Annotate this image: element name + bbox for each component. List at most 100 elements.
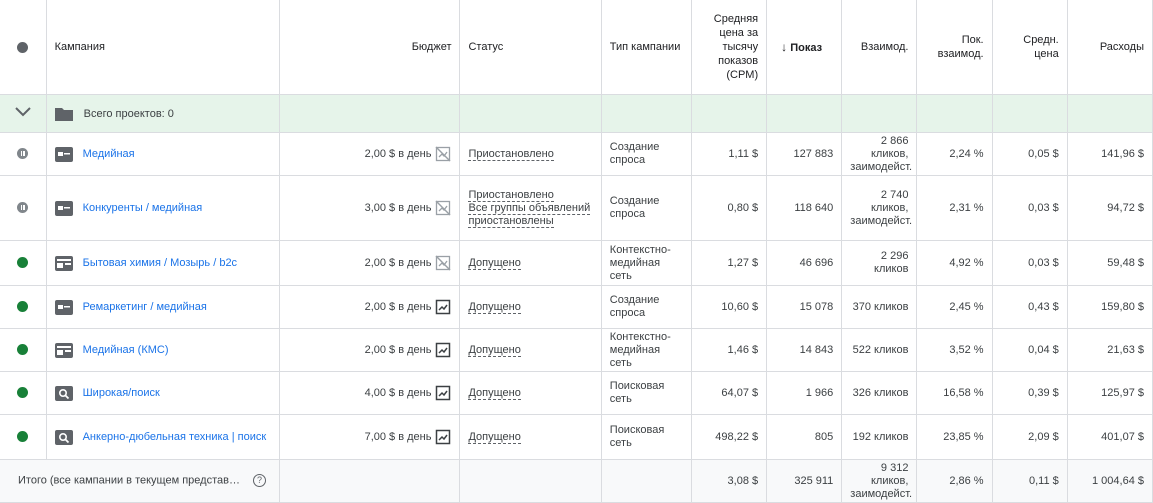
total-interaction-rate: 2,86 % <box>916 459 993 503</box>
status-text-cell: Допущено <box>459 371 602 415</box>
budget-value[interactable]: 2,00 $ в день <box>365 257 432 270</box>
budget-cell: 7,00 $ в день <box>279 414 461 460</box>
budget-value[interactable]: 2,00 $ в день <box>365 344 432 357</box>
status-text[interactable]: Допущено <box>468 256 521 270</box>
campaign-link[interactable]: Бытовая химия / Мозырь / b2c <box>83 257 237 270</box>
cost-value: 125,97 $ <box>1067 371 1153 415</box>
table-row[interactable]: Анкерно-дюбельная техника | поиск 7,00 $… <box>0 414 1153 460</box>
campaign-link[interactable]: Конкуренты / медийная <box>83 202 203 215</box>
avg-cost-value: 0,03 $ <box>992 175 1068 241</box>
campaign-link[interactable]: Медийная <box>83 148 135 161</box>
status-text-cell: Допущено <box>459 414 602 460</box>
cpm-value: 0,80 $ <box>691 175 768 241</box>
budget-value[interactable]: 2,00 $ в день <box>365 301 432 314</box>
budget-chart-icon[interactable] <box>435 342 451 358</box>
header-impressions[interactable]: ↓ Показ <box>766 0 843 95</box>
budget-chart-icon[interactable] <box>435 385 451 401</box>
avg-cost-value: 2,09 $ <box>992 414 1068 460</box>
budget-chart-icon[interactable] <box>435 429 451 445</box>
campaign-cell: Бытовая химия / Мозырь / b2c <box>46 240 281 286</box>
table-row[interactable]: Широкая/поиск 4,00 $ в день Допущено Пои… <box>0 371 1153 415</box>
header-status-dot[interactable] <box>0 0 47 95</box>
budget-value[interactable]: 4,00 $ в день <box>365 387 432 400</box>
status-dot-icon <box>17 41 29 53</box>
display-campaign-icon <box>54 146 73 162</box>
status-text[interactable]: Приостановлено <box>468 188 554 202</box>
header-budget[interactable]: Бюджет <box>279 0 461 95</box>
status-cell[interactable] <box>0 328 47 372</box>
help-icon[interactable]: ? <box>253 474 267 488</box>
status-cell[interactable] <box>0 414 47 460</box>
status-text[interactable]: Допущено <box>468 300 521 314</box>
status-text-cell: Приостановлено <box>459 132 602 176</box>
total-cost: 1 004,64 $ <box>1067 459 1153 503</box>
interactions-value: 326 кликов <box>841 371 918 415</box>
display-campaign-icon <box>54 299 73 315</box>
campaign-link[interactable]: Ремаркетинг / медийная <box>83 301 207 314</box>
interactions-value: 2 740 кликов, заимодейст. <box>841 175 918 241</box>
cost-value: 141,96 $ <box>1067 132 1153 176</box>
header-impressions-label: Показ <box>790 41 823 54</box>
interactions-value: 2 866 кликов, заимодейст. <box>841 132 918 176</box>
header-cpm[interactable]: Средняя цена за тысячу показов (CPM) <box>691 0 768 95</box>
budget-chart-off-icon[interactable] <box>435 146 451 162</box>
budget-chart-icon[interactable] <box>435 299 451 315</box>
impressions-value: 15 078 <box>766 285 843 329</box>
network-campaign-icon <box>54 342 73 358</box>
budget-value[interactable]: 2,00 $ в день <box>365 148 432 161</box>
cpm-value: 10,60 $ <box>691 285 768 329</box>
table-row[interactable]: Медийная 2,00 $ в день Приостановлено Со… <box>0 132 1153 176</box>
total-impressions: 325 911 <box>766 459 843 503</box>
enabled-dot-icon <box>17 257 29 269</box>
header-cost[interactable]: Расходы <box>1067 0 1153 95</box>
header-interactions[interactable]: Взаимод. <box>841 0 918 95</box>
budget-chart-off-icon[interactable] <box>435 255 451 271</box>
status-cell[interactable] <box>0 240 47 286</box>
cpm-value: 498,22 $ <box>691 414 768 460</box>
status-text-cell: Допущено <box>459 328 602 372</box>
status-text[interactable]: Допущено <box>468 386 521 400</box>
status-cell[interactable] <box>0 132 47 176</box>
campaign-cell: Конкуренты / медийная <box>46 175 281 241</box>
table-row[interactable]: Конкуренты / медийная 3,00 $ в день Прио… <box>0 175 1153 241</box>
search-campaign-icon <box>54 385 73 401</box>
budget-value[interactable]: 3,00 $ в день <box>365 202 432 215</box>
budget-chart-off-icon[interactable] <box>435 200 451 216</box>
status-cell[interactable] <box>0 175 47 241</box>
table-row[interactable]: Ремаркетинг / медийная 2,00 $ в день Доп… <box>0 285 1153 329</box>
table-row[interactable]: Медийная (КМС) 2,00 $ в день Допущено Ко… <box>0 328 1153 372</box>
header-type[interactable]: Тип кампании <box>601 0 692 95</box>
table-row[interactable]: Бытовая химия / Мозырь / b2c 2,00 $ в де… <box>0 240 1153 286</box>
status-detail-text[interactable]: Все группы объявлений приостановлены <box>468 201 591 228</box>
enabled-dot-icon <box>17 301 29 313</box>
budget-value[interactable]: 7,00 $ в день <box>365 431 432 444</box>
impressions-value: 46 696 <box>766 240 843 286</box>
impressions-value: 118 640 <box>766 175 843 241</box>
campaign-link[interactable]: Широкая/поиск <box>83 387 160 400</box>
header-avg-cost[interactable]: Средн. цена <box>992 0 1068 95</box>
impressions-value: 127 883 <box>766 132 843 176</box>
interaction-rate-value: 16,58 % <box>916 371 993 415</box>
status-text-cell: Допущено <box>459 285 602 329</box>
campaign-link[interactable]: Анкерно-дюбельная техника | поиск <box>83 431 267 444</box>
status-text[interactable]: Приостановлено <box>468 147 554 161</box>
avg-cost-value: 0,39 $ <box>992 371 1068 415</box>
budget-cell: 2,00 $ в день <box>279 240 461 286</box>
group-row: Всего проектов: 0 <box>0 94 1153 133</box>
header-row: Кампания Бюджет Статус Тип кампании Сред… <box>0 0 1153 95</box>
interactions-value: 2 296 кликов <box>841 240 918 286</box>
interaction-rate-value: 23,85 % <box>916 414 993 460</box>
group-expand[interactable] <box>0 94 47 133</box>
total-cpm: 3,08 $ <box>691 459 768 503</box>
status-cell[interactable] <box>0 285 47 329</box>
network-campaign-icon <box>54 255 73 271</box>
campaign-link[interactable]: Медийная (КМС) <box>83 344 169 357</box>
header-status[interactable]: Статус <box>459 0 602 95</box>
header-campaign[interactable]: Кампания <box>46 0 281 95</box>
header-interaction-rate[interactable]: Пок. взаимод. <box>916 0 993 95</box>
status-text[interactable]: Допущено <box>468 430 521 444</box>
enabled-dot-icon <box>17 431 29 443</box>
cost-value: 401,07 $ <box>1067 414 1153 460</box>
status-cell[interactable] <box>0 371 47 415</box>
status-text[interactable]: Допущено <box>468 343 521 357</box>
